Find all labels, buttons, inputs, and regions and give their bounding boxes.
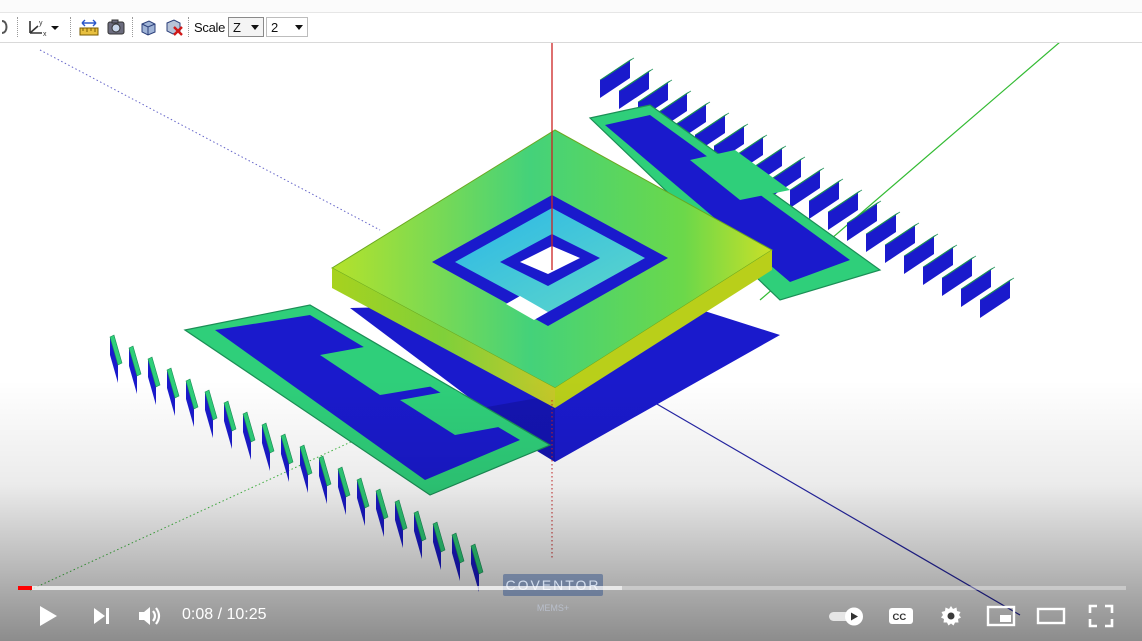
coventor-watermark: COVENTOR xyxy=(503,574,603,596)
scale-axis-value: Z xyxy=(233,20,241,35)
dotted-axis-line xyxy=(39,49,381,231)
progress-played xyxy=(18,586,32,590)
time-display: 0:08 / 10:25 xyxy=(182,606,267,623)
camera-icon[interactable] xyxy=(106,16,126,38)
play-icon xyxy=(40,606,57,626)
measure-icon[interactable] xyxy=(79,16,99,38)
watermark-sub: MEMS+ xyxy=(536,603,570,613)
cad-toolbar: y x Scale Z 2 xyxy=(0,0,1142,43)
autoplay-toggle[interactable] xyxy=(826,602,866,630)
autoplay-icon xyxy=(829,607,863,626)
progress-buffered xyxy=(18,586,622,590)
next-icon xyxy=(94,608,109,624)
scale-axis-select[interactable]: Z xyxy=(228,17,264,37)
volume-icon xyxy=(139,607,161,625)
chevron-down-icon xyxy=(295,25,303,30)
gear-icon xyxy=(941,606,961,626)
settings-button[interactable] xyxy=(936,602,966,630)
video-frame[interactable]: y x Scale Z 2 COVENTOR MEMS+ 0:08 / 10:2… xyxy=(0,0,1142,641)
progress-bar[interactable] xyxy=(18,586,1126,590)
axis-dropdown-chevron-icon[interactable] xyxy=(50,16,60,38)
axis-orient-icon[interactable]: y x xyxy=(26,16,50,38)
play-button[interactable] xyxy=(34,602,62,630)
toolbar-top-strip xyxy=(0,0,1142,13)
svg-text:CC: CC xyxy=(893,612,907,623)
next-button[interactable] xyxy=(88,602,116,630)
toolbar-separator xyxy=(17,17,19,37)
theater-icon xyxy=(1036,607,1066,625)
fullscreen-icon xyxy=(1088,604,1114,628)
miniplayer-icon xyxy=(986,605,1016,627)
scale-value-select[interactable]: 2 xyxy=(266,17,308,37)
cube-delete-icon[interactable] xyxy=(164,16,184,38)
toolbar-separator xyxy=(188,17,190,37)
miniplayer-button[interactable] xyxy=(984,602,1018,630)
svg-text:y: y xyxy=(39,20,43,27)
scale-value: 2 xyxy=(271,20,279,35)
toolbar-separator xyxy=(132,17,134,37)
svg-text:x: x xyxy=(43,31,47,37)
captions-icon: CC xyxy=(889,608,913,624)
cube-icon[interactable] xyxy=(138,16,158,38)
scale-label: Scale xyxy=(194,20,226,35)
mute-button[interactable] xyxy=(134,602,166,630)
player-gradient xyxy=(0,380,1142,641)
captions-button[interactable]: CC xyxy=(886,602,916,630)
toolbar-separator xyxy=(70,17,72,37)
watermark-brand: COVENTOR xyxy=(505,577,601,593)
chevron-down-icon xyxy=(251,25,259,30)
theater-mode-button[interactable] xyxy=(1034,602,1068,630)
fullscreen-button[interactable] xyxy=(1084,602,1118,630)
